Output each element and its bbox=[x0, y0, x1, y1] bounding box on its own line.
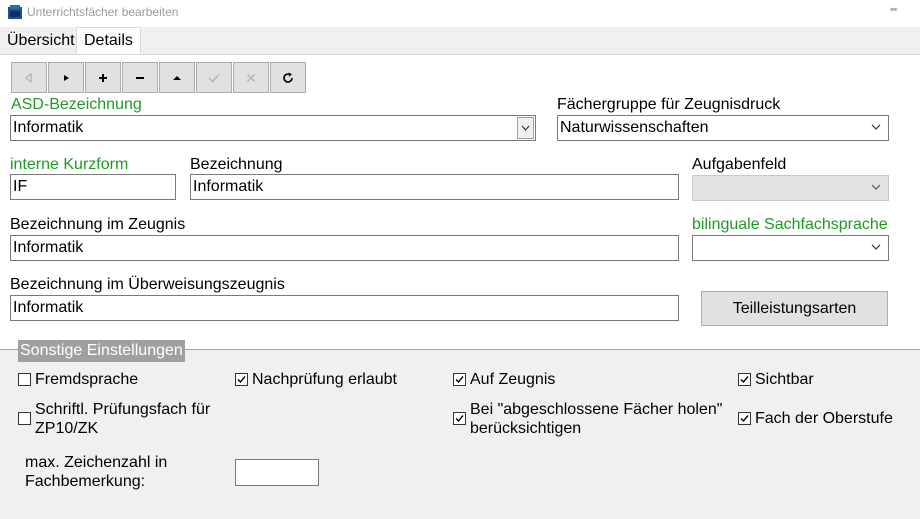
chevron-down-icon bbox=[871, 124, 881, 130]
ueberweisung-label: Bezeichnung im Überweisungszeugnis bbox=[10, 276, 285, 293]
bilingual-select[interactable] bbox=[692, 235, 889, 261]
bezeichnung-label: Bezeichnung bbox=[190, 156, 283, 173]
checkmark-icon bbox=[237, 376, 246, 384]
refresh-button[interactable] bbox=[270, 62, 306, 93]
triangle-left-icon bbox=[25, 72, 32, 83]
sichtbar-label: Sichtbar bbox=[755, 371, 814, 388]
triangle-right-icon bbox=[64, 74, 69, 81]
bilingual-label: bilinguale Sachfachsprache bbox=[692, 216, 888, 233]
chevron-down-icon bbox=[871, 184, 881, 190]
nachpruefung-label: Nachprüfung erlaubt bbox=[252, 371, 397, 388]
checkmark-icon bbox=[740, 376, 749, 384]
checkmark-icon bbox=[455, 376, 464, 384]
zeugnis-input[interactable]: Informatik bbox=[10, 235, 679, 261]
aufgabenfeld-label: Aufgabenfeld bbox=[692, 156, 787, 173]
prev-record-button[interactable] bbox=[11, 62, 47, 93]
delete-record-button[interactable] bbox=[122, 62, 158, 93]
confirm-button[interactable] bbox=[196, 62, 232, 93]
faechergruppe-select[interactable]: Naturwissenschaften bbox=[557, 115, 889, 141]
app-icon bbox=[8, 5, 22, 19]
maxzeichen-label-line1: max. Zeichenzahl in bbox=[25, 454, 168, 471]
asd-label: ASD-Bezeichnung bbox=[11, 96, 142, 113]
teilleistungsarten-button[interactable]: Teilleistungsarten bbox=[701, 291, 888, 326]
refresh-icon bbox=[283, 72, 293, 83]
kurzform-input[interactable]: IF bbox=[10, 174, 176, 200]
abgeschlossene-faecher-label: Bei "abgeschlossene Fächer holen" berück… bbox=[470, 400, 722, 438]
chevron-down-icon bbox=[871, 244, 881, 250]
tab-strip: Übersicht Details bbox=[0, 27, 920, 55]
sichtbar-checkbox[interactable] bbox=[738, 373, 751, 386]
asd-dropdown-button[interactable] bbox=[517, 117, 534, 139]
abgeschl-label-line1: Bei "abgeschlossene Fächer holen" bbox=[470, 401, 723, 418]
cancel-button[interactable] bbox=[233, 62, 269, 93]
schriftl-label-line1: Schriftl. Prüfungsfach für bbox=[35, 401, 211, 418]
bezeichnung-input[interactable]: Informatik bbox=[190, 174, 679, 200]
aufgabenfeld-select[interactable] bbox=[692, 175, 889, 201]
maxzeichen-label-line2: Fachbemerkung: bbox=[25, 473, 146, 490]
tab-uebersicht[interactable]: Übersicht bbox=[3, 28, 79, 53]
triangle-up-icon bbox=[173, 75, 181, 80]
abgeschl-label-line2: berücksichtigen bbox=[470, 420, 582, 437]
zeugnis-label: Bezeichnung im Zeugnis bbox=[10, 216, 186, 233]
maxzeichen-label: max. Zeichenzahl in Fachbemerkung: bbox=[25, 453, 167, 491]
minus-icon bbox=[136, 76, 144, 79]
faechergruppe-value: Naturwissenschaften bbox=[560, 119, 709, 136]
settings-group-title: Sonstige Einstellungen bbox=[18, 340, 185, 362]
fremdsprache-label: Fremdsprache bbox=[35, 371, 139, 388]
kurzform-label: interne Kurzform bbox=[10, 156, 129, 173]
checkmark-icon bbox=[740, 415, 749, 423]
window-menu-icon[interactable]: ▪▪ bbox=[890, 2, 897, 16]
asd-select[interactable]: Informatik bbox=[10, 115, 536, 141]
next-record-button[interactable] bbox=[48, 62, 84, 93]
ueberweisung-input[interactable]: Informatik bbox=[10, 295, 679, 321]
oberstufe-checkbox[interactable] bbox=[738, 412, 751, 425]
move-up-button[interactable] bbox=[159, 62, 195, 93]
check-icon bbox=[208, 73, 220, 83]
tab-details[interactable]: Details bbox=[76, 27, 141, 54]
checkmark-icon bbox=[455, 415, 464, 423]
asd-value: Informatik bbox=[13, 119, 84, 136]
chevron-down-icon bbox=[521, 125, 530, 131]
schriftl-pruefungsfach-label: Schriftl. Prüfungsfach für ZP10/ZK bbox=[35, 400, 210, 438]
abgeschlossene-faecher-checkbox[interactable] bbox=[453, 412, 466, 425]
oberstufe-label: Fach der Oberstufe bbox=[755, 410, 893, 427]
schriftl-pruefungsfach-checkbox[interactable] bbox=[18, 412, 31, 425]
auf-zeugnis-checkbox[interactable] bbox=[453, 373, 466, 386]
nachpruefung-checkbox[interactable] bbox=[235, 373, 248, 386]
auf-zeugnis-label: Auf Zeugnis bbox=[470, 371, 556, 388]
faechergruppe-label: Fächergruppe für Zeugnisdruck bbox=[557, 96, 781, 113]
schriftl-label-line2: ZP10/ZK bbox=[35, 420, 99, 437]
add-record-button[interactable] bbox=[85, 62, 121, 93]
maxzeichen-input[interactable] bbox=[235, 459, 319, 486]
plus-icon bbox=[99, 73, 107, 82]
window-title: Unterrichtsfächer bearbeiten bbox=[27, 5, 179, 19]
fremdsprache-checkbox[interactable] bbox=[18, 373, 31, 386]
title-bar: Unterrichtsfächer bearbeiten ▪▪ bbox=[0, 0, 920, 26]
x-icon bbox=[246, 73, 256, 82]
